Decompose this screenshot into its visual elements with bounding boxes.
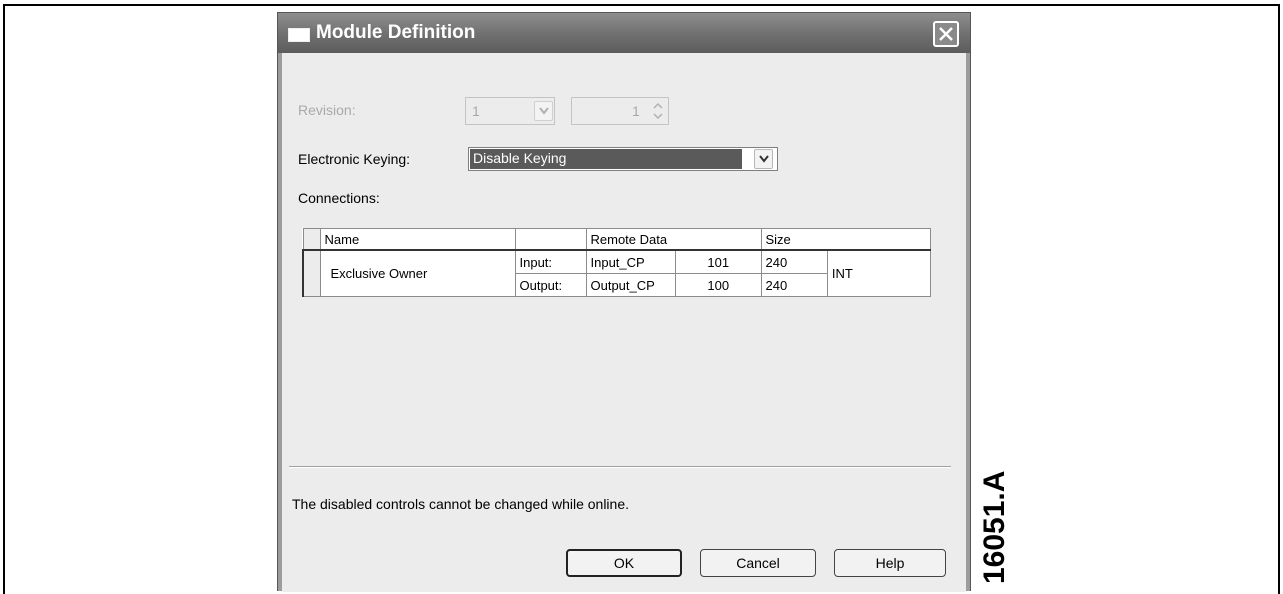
table-header-row: Name Remote Data Size xyxy=(302,228,931,251)
output-label-cell: Output: xyxy=(514,273,587,297)
output-size-cell[interactable]: 240 xyxy=(760,273,828,297)
module-definition-dialog: Module Definition Revision: 1 1 Electron… xyxy=(277,12,971,592)
status-message: The disabled controls cannot be changed … xyxy=(292,496,630,512)
row-selector[interactable] xyxy=(302,249,321,297)
column-header-size[interactable]: Size xyxy=(760,228,931,251)
dialog-title: Module Definition xyxy=(316,22,476,43)
close-button[interactable] xyxy=(933,21,959,47)
column-header-direction[interactable] xyxy=(514,228,587,251)
cancel-button[interactable]: Cancel xyxy=(700,549,816,577)
window-icon xyxy=(288,28,310,42)
electronic-keying-select[interactable]: Disable Keying xyxy=(468,147,778,171)
dialog-client-area: Revision: 1 1 Electronic Keying: Disable… xyxy=(282,53,966,592)
column-header-name[interactable]: Name xyxy=(319,228,516,251)
input-label-cell: Input: xyxy=(514,249,587,274)
revision-minor-spinner: 1 xyxy=(571,97,669,125)
revision-major-select: 1 xyxy=(465,97,555,125)
connection-name-cell[interactable]: Exclusive Owner xyxy=(319,249,516,297)
output-instance-cell[interactable]: 100 xyxy=(675,273,762,297)
ok-button[interactable]: OK xyxy=(566,549,682,577)
row-header-corner xyxy=(302,228,321,251)
data-type-cell[interactable]: INT xyxy=(826,249,931,297)
electronic-keying-label: Electronic Keying: xyxy=(298,151,411,167)
electronic-keying-value: Disable Keying xyxy=(470,149,742,169)
revision-label: Revision: xyxy=(298,102,356,118)
column-header-remote-data[interactable]: Remote Data xyxy=(585,228,762,251)
revision-major-dropdown-button xyxy=(534,101,553,121)
figure-id-label: 16051.A xyxy=(978,470,1011,584)
connections-table: Name Remote Data Size Exclusive Owner In… xyxy=(302,228,931,297)
spinner-arrows-icon xyxy=(650,100,666,122)
electronic-keying-dropdown-button[interactable] xyxy=(754,149,773,169)
output-tag-cell[interactable]: Output_CP xyxy=(585,273,677,297)
chevron-down-icon xyxy=(539,107,549,115)
help-button[interactable]: Help xyxy=(834,549,946,577)
chevron-down-icon xyxy=(759,155,769,163)
input-tag-cell[interactable]: Input_CP xyxy=(585,249,677,274)
input-size-cell[interactable]: 240 xyxy=(760,249,828,274)
close-icon xyxy=(939,27,953,41)
separator-line xyxy=(289,466,951,468)
title-bar[interactable]: Module Definition xyxy=(278,13,970,53)
connections-label: Connections: xyxy=(298,190,380,206)
input-instance-cell[interactable]: 101 xyxy=(675,249,762,274)
table-row[interactable]: Exclusive Owner Input: Input_CP 101 240 … xyxy=(302,249,931,297)
